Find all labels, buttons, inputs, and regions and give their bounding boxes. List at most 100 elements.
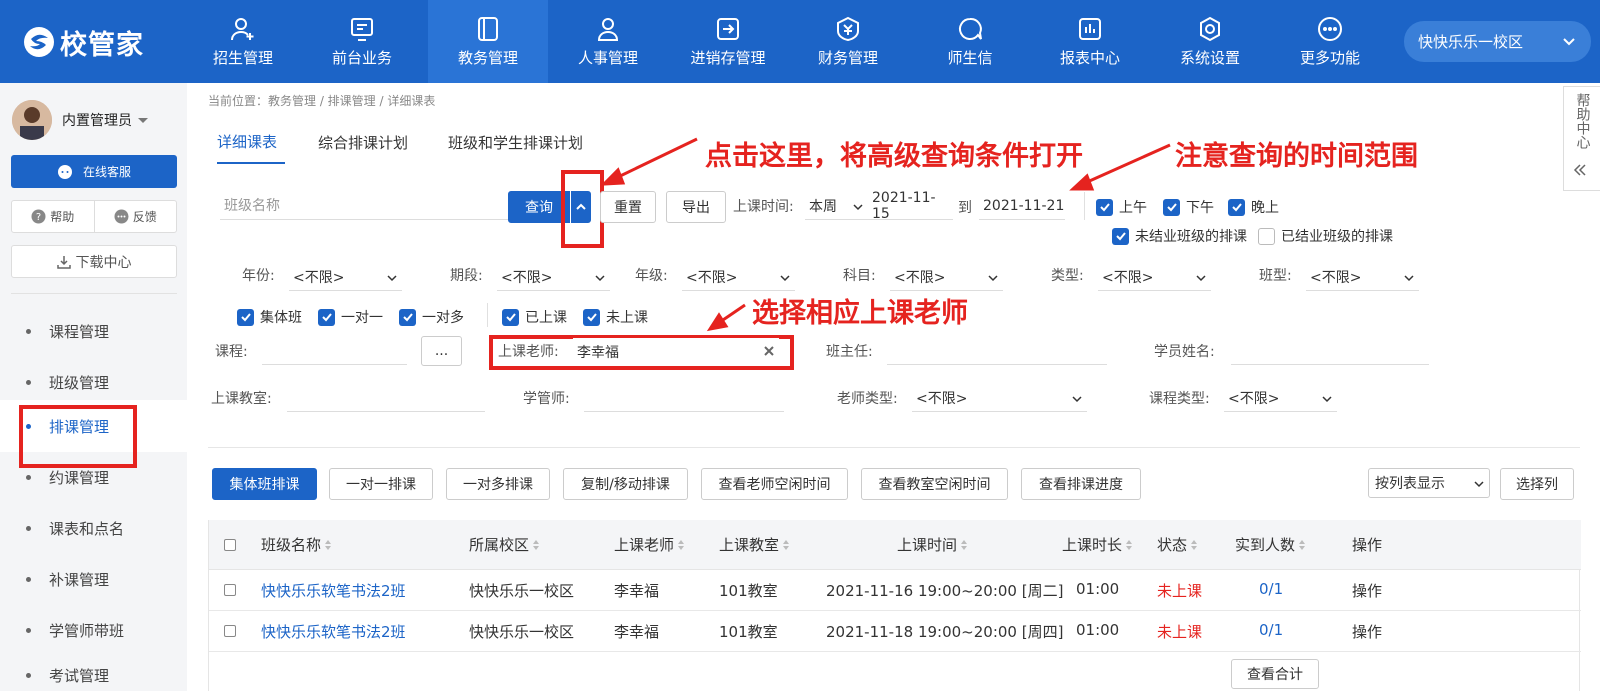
nav-hr[interactable]: 人事管理 — [548, 0, 668, 83]
tab-label: 综合排课计划 — [318, 132, 408, 153]
col-time[interactable]: 上课时间 — [897, 534, 968, 555]
year-label: 年份: — [242, 265, 275, 285]
double-chevron-left-icon[interactable] — [1573, 163, 1587, 177]
nav-reports[interactable]: 报表中心 — [1030, 0, 1150, 83]
attendance-link[interactable]: 0/1 — [1259, 621, 1283, 639]
nav-finance[interactable]: 财务管理 — [788, 0, 908, 83]
divider — [487, 303, 488, 327]
col-campus[interactable]: 所属校区 — [469, 534, 540, 555]
checkbox-checked-icon — [502, 309, 519, 326]
year-select[interactable]: <不限> — [289, 263, 402, 291]
teacher-input[interactable]: 李幸福 — [573, 338, 779, 365]
sort-icon — [677, 539, 685, 551]
class-name-link[interactable]: 快快乐乐软笔书法2班 — [261, 580, 406, 601]
checkbox-afternoon[interactable]: 下午 — [1163, 197, 1214, 217]
nav-front-desk[interactable]: 前台业务 — [302, 0, 422, 83]
nav-more[interactable]: 更多功能 — [1270, 0, 1390, 83]
bullet — [26, 380, 31, 385]
type-select[interactable]: <不限> — [1098, 263, 1211, 291]
subject-select[interactable]: <不限> — [890, 263, 1003, 291]
export-button[interactable]: 导出 — [666, 191, 726, 223]
help-button[interactable]: ? 帮助 — [12, 201, 95, 232]
actions-menu[interactable]: 操作 — [1352, 580, 1382, 601]
sidebar-item-label: 学管师带班 — [49, 620, 124, 641]
col-status[interactable]: 状态 — [1157, 534, 1198, 555]
class-name-link[interactable]: 快快乐乐软笔书法2班 — [261, 621, 406, 642]
schedule-progress-button[interactable]: 查看排课进度 — [1021, 468, 1141, 500]
tab-detail-schedule[interactable]: 详细课表 — [217, 120, 285, 164]
nav-academic[interactable]: 教务管理 — [428, 0, 548, 83]
nav-inventory[interactable]: 进销存管理 — [668, 0, 788, 83]
checkbox-unfinished-classes[interactable]: 未结业班级的排课 — [1112, 226, 1247, 246]
chevron-down-icon — [1071, 393, 1083, 405]
tab-class-student-plan[interactable]: 班级和学生排课计划 — [448, 120, 583, 164]
clear-icon[interactable] — [763, 345, 775, 357]
one-to-one-schedule-button[interactable]: 一对一排课 — [329, 468, 433, 500]
view-total-button[interactable]: 查看合计 — [1231, 659, 1319, 689]
teacher-value: 李幸福 — [577, 342, 619, 362]
table-row: 快快乐乐软笔书法2班 快快乐乐一校区 李幸福 101教室 2021-11-18 … — [209, 611, 1581, 652]
class-name-placeholder: 班级名称 — [224, 195, 280, 215]
class-name-input[interactable]: 班级名称 — [220, 190, 508, 220]
nav-settings[interactable]: 系统设置 — [1150, 0, 1270, 83]
feedback-icon — [114, 209, 129, 224]
sidebar-item-makeup[interactable]: 补课管理 — [0, 553, 187, 605]
col-teacher[interactable]: 上课老师 — [614, 534, 685, 555]
nav-admissions[interactable]: 招生管理 — [183, 0, 303, 83]
online-service-button[interactable]: 在线客服 — [11, 155, 177, 188]
user-menu[interactable]: 内置管理员 — [12, 100, 150, 140]
teacher-type-select[interactable]: <不限> — [912, 384, 1087, 412]
copy-move-schedule-button[interactable]: 复制/移动排课 — [563, 468, 688, 500]
download-center-button[interactable]: 下载中心 — [11, 245, 177, 278]
classroom-input[interactable] — [287, 382, 485, 412]
checkbox-evening[interactable]: 晚上 — [1228, 197, 1279, 217]
group-class-schedule-button[interactable]: 集体班排课 — [212, 468, 317, 500]
manager-input[interactable] — [584, 382, 784, 412]
checkbox-one-to-one[interactable]: 一对一 — [318, 307, 383, 327]
time-range-select[interactable]: 本周 — [805, 192, 868, 220]
date-from-input[interactable]: 2021-11-15 — [868, 192, 953, 220]
class-type-select[interactable]: <不限> — [1306, 263, 1419, 291]
row-checkbox[interactable] — [224, 584, 236, 596]
checkbox-one-to-many[interactable]: 一对多 — [399, 307, 464, 327]
sidebar-item-exam[interactable]: 考试管理 — [0, 655, 187, 695]
classroom-free-time-button[interactable]: 查看教室空闲时间 — [861, 468, 1008, 500]
one-to-many-schedule-button[interactable]: 一对多排课 — [446, 468, 550, 500]
campus-selector[interactable]: 快快乐乐一校区 — [1404, 21, 1591, 62]
course-type-select[interactable]: <不限> — [1224, 384, 1337, 412]
app-logo[interactable]: 校管家 — [22, 20, 144, 64]
checkbox-morning[interactable]: 上午 — [1096, 197, 1147, 217]
reset-button[interactable]: 重置 — [600, 191, 656, 223]
actions-menu[interactable]: 操作 — [1352, 621, 1382, 642]
teacher-free-time-button[interactable]: 查看老师空闲时间 — [701, 468, 848, 500]
student-name-input[interactable] — [1231, 335, 1429, 365]
col-classroom[interactable]: 上课教室 — [719, 534, 790, 555]
student-name-label: 学员姓名: — [1154, 341, 1215, 361]
select-all-checkbox[interactable] — [224, 539, 236, 551]
checkbox-finished-classes[interactable]: 已结业班级的排课 — [1258, 226, 1393, 246]
term-select[interactable]: <不限> — [497, 263, 610, 291]
date-to-input[interactable]: 2021-11-21 — [979, 192, 1065, 220]
col-attendance[interactable]: 实到人数 — [1235, 534, 1306, 555]
choose-columns-button[interactable]: 选择列 — [1500, 468, 1574, 500]
checkbox-group-class[interactable]: 集体班 — [237, 307, 302, 327]
sidebar-item-timetable[interactable]: 课表和点名 — [0, 502, 187, 554]
view-mode-select[interactable]: 按列表显示 — [1368, 468, 1490, 498]
sidebar-item-manager-class[interactable]: 学管师带班 — [0, 604, 187, 656]
course-picker-button[interactable]: ... — [421, 336, 462, 366]
attendance-link[interactable]: 0/1 — [1259, 580, 1283, 598]
checkbox-attended[interactable]: 已上课 — [502, 307, 567, 327]
nav-messages[interactable]: 师生信 — [910, 0, 1030, 83]
course-input[interactable] — [262, 335, 407, 365]
sidebar-item-course[interactable]: 课程管理 — [0, 305, 187, 357]
head-teacher-input[interactable] — [887, 335, 1107, 365]
row-checkbox[interactable] — [224, 625, 236, 637]
checkbox-not-attended[interactable]: 未上课 — [583, 307, 648, 327]
tab-schedule-plan[interactable]: 综合排课计划 — [318, 120, 408, 164]
col-class-name[interactable]: 班级名称 — [261, 534, 332, 555]
sidebar: 内置管理员 在线客服 ? 帮助 反馈 下载中心 课程管理 班级管理 排课管理 约… — [0, 83, 187, 691]
feedback-button[interactable]: 反馈 — [95, 201, 177, 232]
grade-select[interactable]: <不限> — [682, 263, 795, 291]
col-duration[interactable]: 上课时长 — [1062, 534, 1133, 555]
sidebar-item-label: 课表和点名 — [49, 518, 124, 539]
